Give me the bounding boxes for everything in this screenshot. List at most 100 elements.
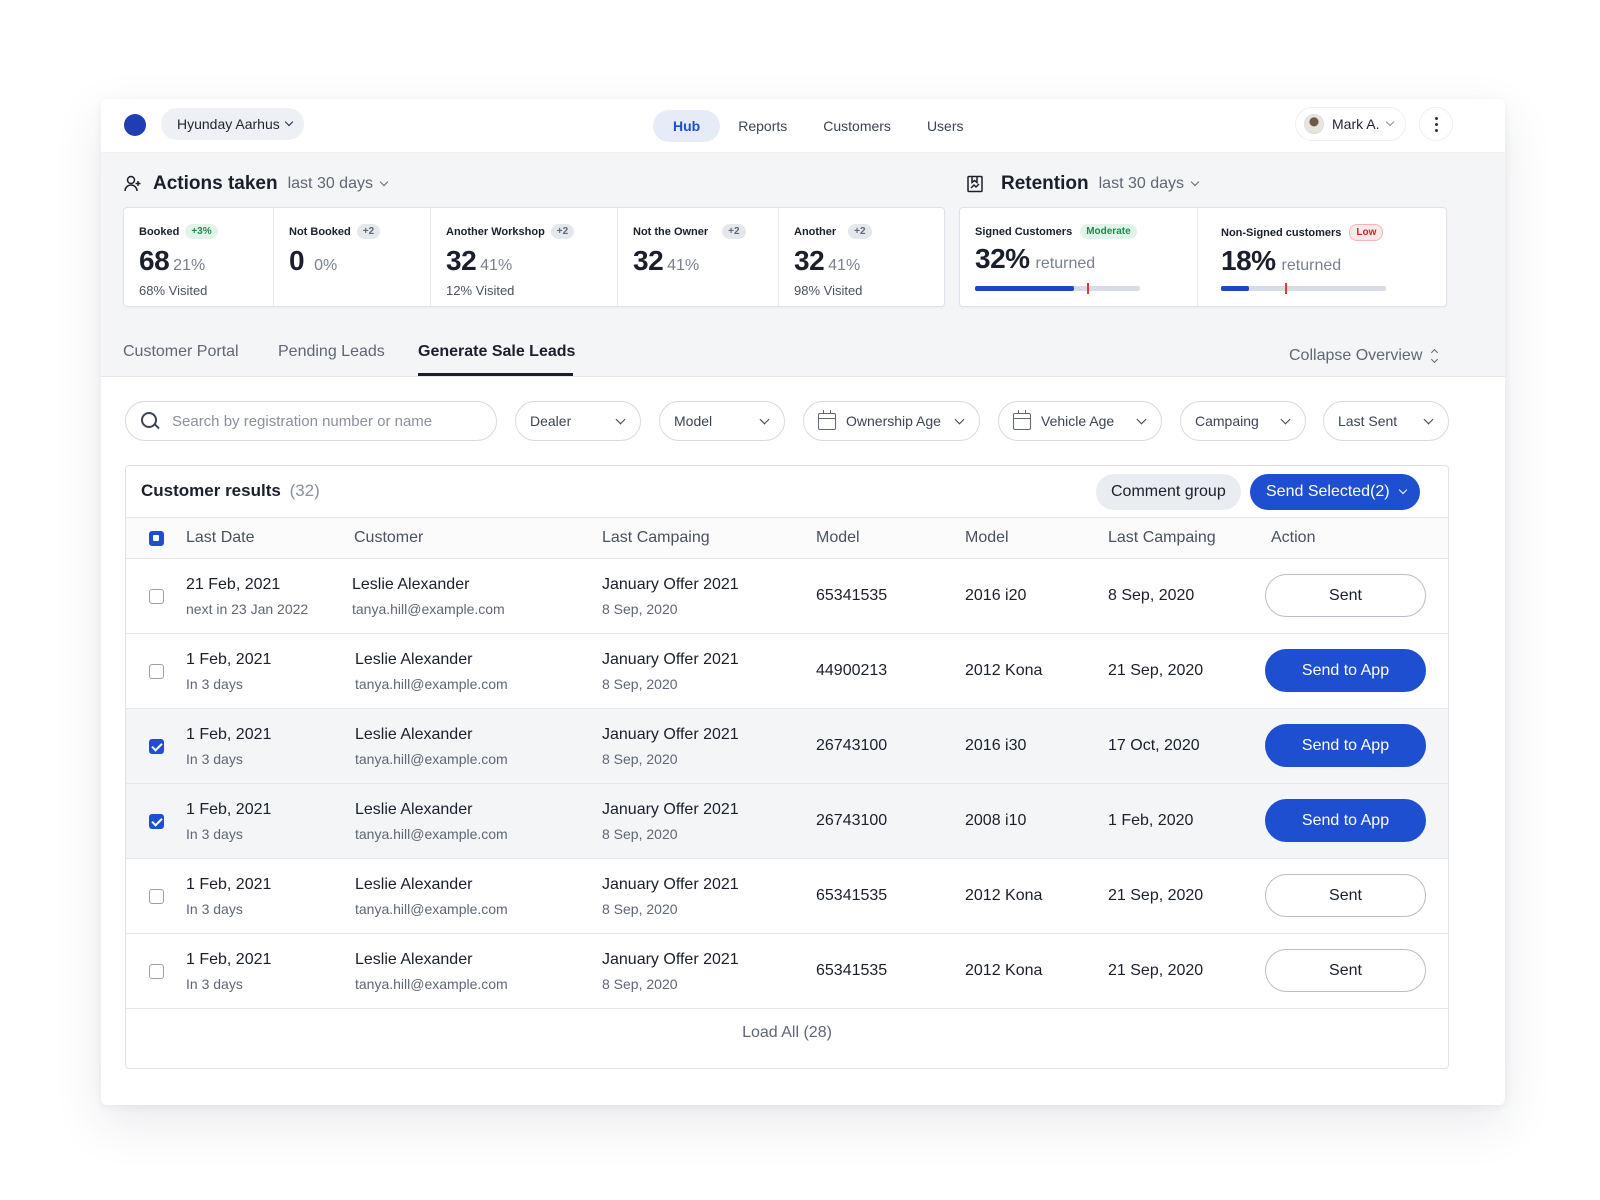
tab-generate-sale-leads[interactable]: Generate Sale Leads — [418, 343, 575, 361]
chevron-down-icon — [954, 414, 965, 424]
last-campaign-date: 21 Sep, 2020 — [1108, 662, 1204, 679]
collapse-overview-label: Collapse Overview — [1289, 347, 1423, 364]
customer-name[interactable]: Leslie Alexander — [355, 726, 472, 744]
send-to-app-button[interactable]: Send to App — [1265, 649, 1426, 692]
send-to-app-button[interactable]: Send to App — [1265, 799, 1426, 842]
row-checkbox[interactable] — [149, 664, 164, 679]
stat-label: Another — [794, 225, 837, 238]
search-icon — [140, 411, 160, 431]
comment-group-button[interactable]: Comment group — [1096, 474, 1241, 510]
campaign-date: 8 Sep, 2020 — [602, 676, 678, 692]
row-checkbox[interactable] — [149, 889, 164, 904]
calendar-icon — [818, 409, 836, 430]
filter-vehicle-age[interactable]: Vehicle Age — [998, 401, 1162, 441]
top-bar: Hyunday Aarhus Hub Reports Customers Use… — [101, 99, 1505, 153]
customer-name[interactable]: Leslie Alexander — [355, 876, 472, 894]
stat-badge: +3% — [185, 224, 218, 239]
filter-campaign[interactable]: Campaing — [1180, 401, 1306, 441]
customer-name[interactable]: Leslie Alexander — [352, 576, 469, 594]
nav-reports[interactable]: Reports — [720, 110, 805, 142]
vehicle-model: 2008 i10 — [965, 812, 1027, 829]
load-all-button[interactable]: Load All (28) — [126, 1024, 1448, 1042]
sent-button[interactable]: Sent — [1265, 874, 1426, 917]
nav-users[interactable]: Users — [909, 110, 982, 142]
column-last-campaign-date[interactable]: Last Campaing — [1108, 529, 1216, 547]
tab-customer-portal[interactable]: Customer Portal — [123, 343, 239, 361]
actions-period-select[interactable]: last 30 days — [288, 175, 389, 193]
last-date: 1 Feb, 2021 — [186, 801, 272, 818]
dealer-selector-label: Hyunday Aarhus — [177, 116, 280, 132]
table-row[interactable]: 1 Feb, 2021 In 3 days Leslie Alexander tany… — [126, 934, 1448, 1009]
table-row[interactable]: 1 Feb, 2021 In 3 days Leslie Alexander tany… — [126, 859, 1448, 934]
last-date: 1 Feb, 2021 — [186, 876, 272, 893]
stat-suffix: returned — [1281, 257, 1342, 274]
retention-title: Retention — [1001, 173, 1089, 194]
customer-email: tanya.hill@example.com — [355, 976, 508, 992]
nav-hub[interactable]: Hub — [653, 110, 721, 142]
table-row[interactable]: 1 Feb, 2021 In 3 days Leslie Alexander tany… — [126, 784, 1448, 859]
column-action: Action — [1271, 529, 1316, 546]
column-last-campaign[interactable]: Last Campaing — [602, 529, 710, 547]
row-checkbox[interactable] — [149, 739, 164, 754]
nav-customers[interactable]: Customers — [805, 110, 909, 142]
bookmark-image-icon — [967, 175, 983, 193]
column-registration[interactable]: Model — [816, 529, 860, 547]
next-date: In 3 days — [186, 976, 243, 992]
user-plus-icon — [124, 175, 141, 192]
campaign-name: January Offer 2021 — [602, 726, 739, 743]
filter-model[interactable]: Model — [659, 401, 785, 441]
chevron-down-icon — [615, 414, 626, 424]
stat-percent: 41% — [667, 257, 700, 274]
last-campaign-date: 21 Sep, 2020 — [1108, 962, 1204, 979]
filter-dealer-label: Dealer — [530, 413, 572, 429]
sent-button[interactable]: Sent — [1265, 574, 1426, 617]
send-selected-label: Send Selected(2) — [1266, 483, 1390, 500]
row-checkbox[interactable] — [149, 814, 164, 829]
search-field[interactable] — [125, 401, 497, 441]
collapse-overview-button[interactable]: Collapse Overview — [1289, 347, 1439, 365]
table-row[interactable]: 1 Feb, 2021 In 3 days Leslie Alexander tany… — [126, 634, 1448, 709]
send-selected-button[interactable]: Send Selected(2) — [1250, 474, 1420, 510]
registration-number: 26743100 — [816, 812, 888, 829]
main-nav: Hub Reports Customers Users — [653, 110, 982, 142]
results-title-text: Customer results — [141, 481, 281, 500]
stat-label: Another Workshop — [446, 225, 545, 238]
customer-email: tanya.hill@example.com — [355, 901, 508, 917]
customer-email: tanya.hill@example.com — [355, 676, 508, 692]
stat-badge: +2 — [550, 224, 575, 239]
column-last-date[interactable]: Last Date — [186, 529, 254, 547]
table-row[interactable]: 1 Feb, 2021 In 3 days Leslie Alexander tany… — [126, 709, 1448, 784]
last-campaign-date: 8 Sep, 2020 — [1108, 587, 1195, 604]
tab-bar: Customer Portal Pending Leads Generate S… — [101, 331, 1505, 377]
tab-pending-leads[interactable]: Pending Leads — [278, 343, 385, 361]
search-input[interactable] — [172, 412, 472, 430]
sent-button[interactable]: Sent — [1265, 949, 1426, 992]
filter-ownership-age[interactable]: Ownership Age — [803, 401, 980, 441]
filter-dealer[interactable]: Dealer — [515, 401, 641, 441]
campaign-name: January Offer 2021 — [602, 576, 739, 593]
dealer-selector[interactable]: Hyunday Aarhus — [161, 108, 304, 140]
select-all-checkbox[interactable] — [149, 531, 164, 546]
campaign-date: 8 Sep, 2020 — [602, 751, 678, 767]
filter-last-sent[interactable]: Last Sent — [1323, 401, 1449, 441]
stat-label: Signed Customers — [975, 225, 1073, 238]
filter-ownership-age-label: Ownership Age — [846, 413, 941, 429]
progress-fill — [1221, 286, 1250, 291]
column-customer[interactable]: Customer — [354, 529, 423, 547]
last-date: 1 Feb, 2021 — [186, 726, 272, 743]
user-menu[interactable]: Mark A. — [1295, 107, 1407, 141]
customer-name[interactable]: Leslie Alexander — [355, 951, 472, 969]
more-options-button[interactable] — [1419, 107, 1453, 141]
table-row[interactable]: 21 Feb, 2021 next in 23 Jan 2022 Leslie Al… — [126, 559, 1448, 634]
send-to-app-button[interactable]: Send to App — [1265, 724, 1426, 767]
chevron-down-icon — [1190, 177, 1200, 187]
vehicle-model: 2012 Kona — [965, 887, 1043, 904]
column-model[interactable]: Model — [965, 529, 1009, 547]
customer-name[interactable]: Leslie Alexander — [355, 801, 472, 819]
retention-period-select[interactable]: last 30 days — [1099, 175, 1200, 193]
last-date: 1 Feb, 2021 — [186, 951, 272, 968]
customer-name[interactable]: Leslie Alexander — [355, 651, 472, 669]
row-checkbox[interactable] — [149, 964, 164, 979]
brand-logo — [124, 114, 146, 136]
row-checkbox[interactable] — [149, 589, 164, 604]
